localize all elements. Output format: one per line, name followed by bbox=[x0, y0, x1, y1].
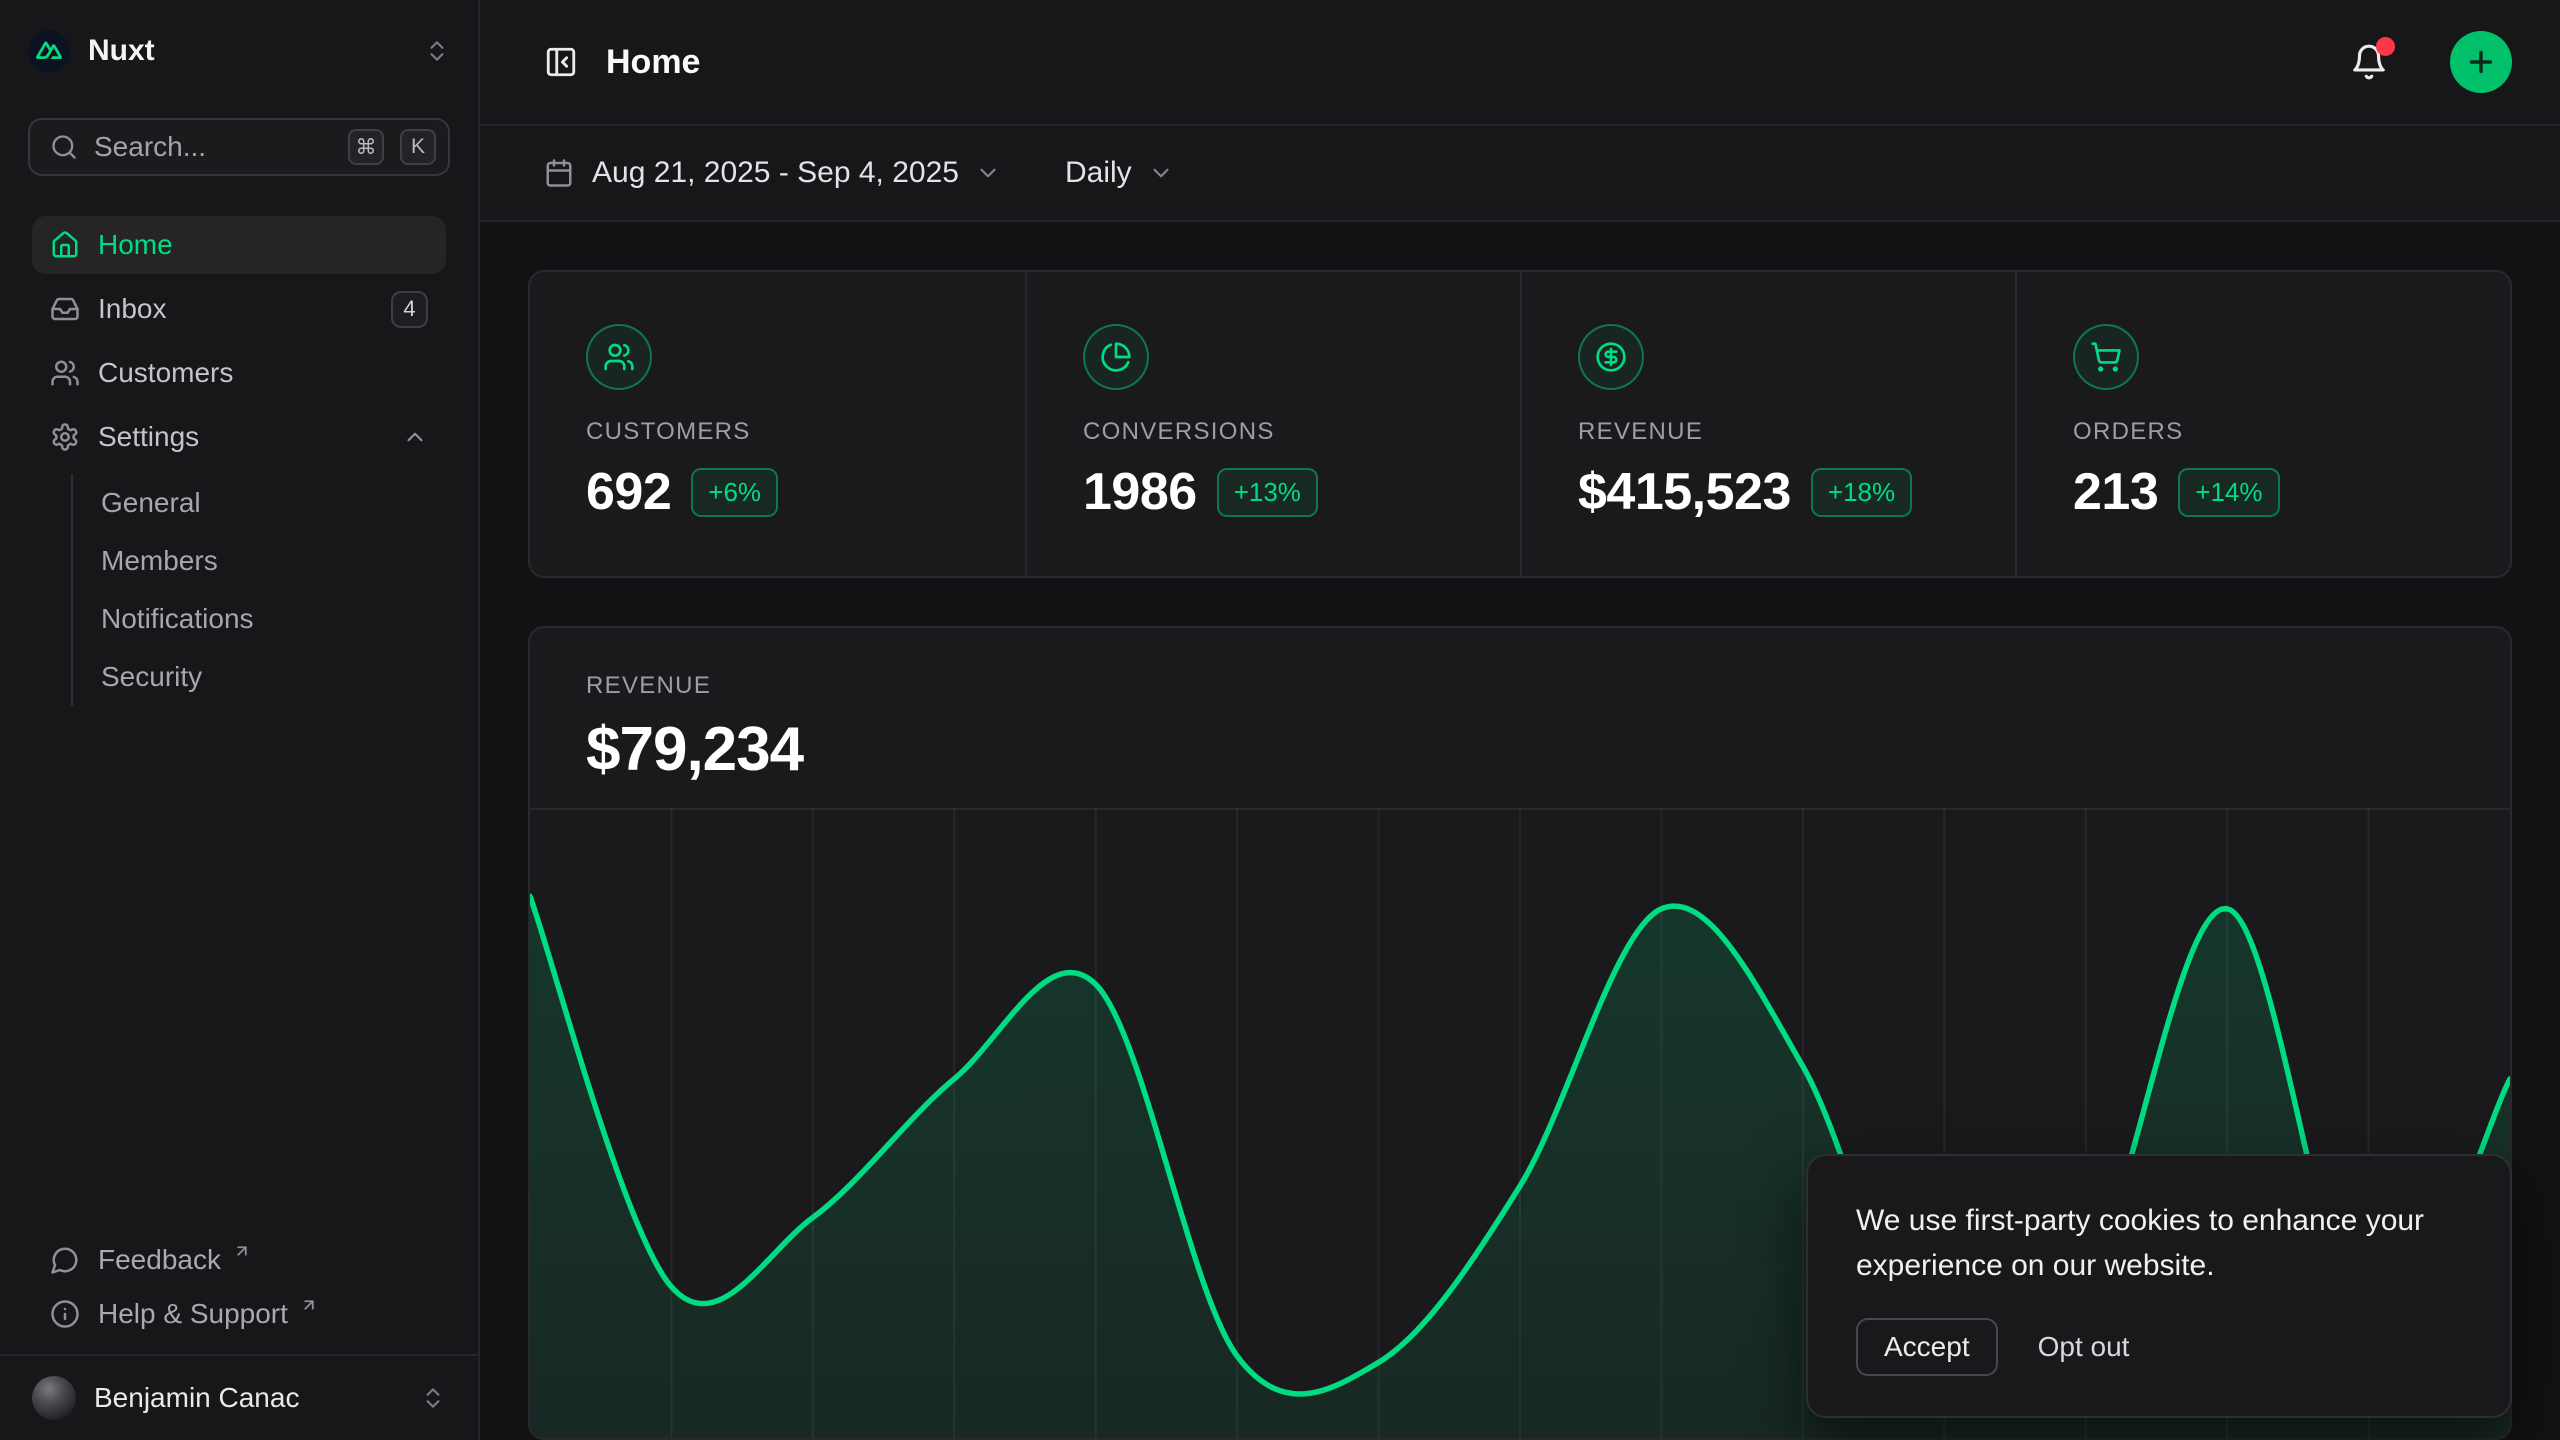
panel-left-close-icon bbox=[544, 45, 578, 79]
pie-chart-icon bbox=[1083, 324, 1149, 390]
sidebar-item-notifications[interactable]: Notifications bbox=[73, 590, 446, 648]
plus-icon bbox=[2465, 46, 2497, 78]
top-header: Home bbox=[480, 0, 2560, 126]
stat-value: 213 bbox=[2073, 462, 2158, 522]
collapse-sidebar-button[interactable] bbox=[544, 45, 578, 79]
revenue-chart-label: REVENUE bbox=[586, 672, 2510, 700]
info-icon bbox=[50, 1299, 80, 1329]
notification-dot bbox=[2376, 37, 2395, 56]
stat-delta-badge: +14% bbox=[2178, 468, 2279, 517]
nuxt-logo-icon bbox=[28, 30, 70, 72]
help-support-link[interactable]: Help & Support bbox=[32, 1288, 446, 1340]
sidebar-nav: Home Inbox 4 Customers Sett bbox=[32, 216, 446, 706]
search-field[interactable] bbox=[94, 131, 332, 163]
add-new-button[interactable] bbox=[2450, 31, 2512, 93]
sidebar-item-customers[interactable]: Customers bbox=[32, 344, 446, 402]
stat-card-customers[interactable]: CUSTOMERS 692 +6% bbox=[530, 272, 1025, 576]
chat-bubble-icon bbox=[50, 1245, 80, 1275]
stat-label: CONVERSIONS bbox=[1083, 418, 1520, 446]
dollar-circle-icon bbox=[1578, 324, 1644, 390]
date-range-label: Aug 21, 2025 - Sep 4, 2025 bbox=[592, 156, 959, 190]
stat-card-conversions[interactable]: CONVERSIONS 1986 +13% bbox=[1025, 272, 1520, 576]
inbox-icon bbox=[50, 294, 80, 324]
sidebar-item-security[interactable]: Security bbox=[73, 648, 446, 706]
external-link-icon bbox=[300, 1296, 318, 1314]
sidebar-item-settings[interactable]: Settings bbox=[32, 408, 446, 466]
feedback-label: Feedback bbox=[98, 1244, 221, 1276]
optout-cookies-button[interactable]: Opt out bbox=[2038, 1331, 2130, 1363]
shopping-cart-icon bbox=[2073, 324, 2139, 390]
sidebar-item-inbox[interactable]: Inbox 4 bbox=[32, 280, 446, 338]
gear-icon bbox=[50, 422, 80, 452]
accept-cookies-button[interactable]: Accept bbox=[1856, 1318, 1998, 1376]
home-icon bbox=[50, 230, 80, 260]
stat-delta-badge: +18% bbox=[1811, 468, 1912, 517]
filter-toolbar: Aug 21, 2025 - Sep 4, 2025 Daily bbox=[480, 126, 2560, 222]
user-menu[interactable]: Benjamin Canac bbox=[0, 1354, 478, 1440]
cookie-banner: We use first-party cookies to enhance yo… bbox=[1806, 1154, 2512, 1418]
search-icon bbox=[50, 133, 78, 161]
team-switcher[interactable]: Nuxt bbox=[0, 0, 478, 80]
sidebar-item-members[interactable]: Members bbox=[73, 532, 446, 590]
stat-card-revenue[interactable]: REVENUE $415,523 +18% bbox=[1520, 272, 2015, 576]
inbox-count-badge: 4 bbox=[391, 291, 428, 328]
sidebar-item-label: Home bbox=[98, 229, 173, 261]
kbd-meta-key: ⌘ bbox=[348, 129, 384, 165]
revenue-chart-value: $79,234 bbox=[586, 714, 2510, 785]
page-title: Home bbox=[606, 43, 2322, 82]
date-range-picker[interactable]: Aug 21, 2025 - Sep 4, 2025 bbox=[544, 156, 1001, 190]
stat-value: 692 bbox=[586, 462, 671, 522]
search-input[interactable]: ⌘ K bbox=[28, 118, 450, 176]
granularity-label: Daily bbox=[1065, 156, 1132, 190]
chevrons-up-down-icon bbox=[424, 38, 450, 64]
stat-card-orders[interactable]: ORDERS 213 +14% bbox=[2015, 272, 2510, 576]
stat-value: 1986 bbox=[1083, 462, 1197, 522]
sidebar-item-home[interactable]: Home bbox=[32, 216, 446, 274]
stat-delta-badge: +6% bbox=[691, 468, 778, 517]
users-icon bbox=[586, 324, 652, 390]
sidebar-item-label: Settings bbox=[98, 421, 199, 453]
sidebar: Nuxt ⌘ K Home Inb bbox=[0, 0, 480, 1440]
team-name: Nuxt bbox=[88, 34, 406, 68]
settings-subnav: General Members Notifications Security bbox=[71, 474, 446, 706]
app-root: Nuxt ⌘ K Home Inb bbox=[0, 0, 2560, 1440]
stat-label: ORDERS bbox=[2073, 418, 2510, 446]
stat-label: REVENUE bbox=[1578, 418, 2015, 446]
chevron-down-icon bbox=[975, 160, 1001, 186]
help-support-label: Help & Support bbox=[98, 1298, 288, 1330]
sidebar-footer: Feedback Help & Support bbox=[32, 1234, 446, 1340]
kbd-k-key: K bbox=[400, 129, 436, 165]
cookie-message: We use first-party cookies to enhance yo… bbox=[1856, 1198, 2462, 1288]
calendar-icon bbox=[544, 158, 574, 188]
external-link-icon bbox=[233, 1242, 251, 1260]
stat-delta-badge: +13% bbox=[1217, 468, 1318, 517]
sidebar-item-label: Inbox bbox=[98, 293, 167, 325]
granularity-select[interactable]: Daily bbox=[1065, 156, 1174, 190]
stat-label: CUSTOMERS bbox=[586, 418, 1025, 446]
sidebar-item-label: Customers bbox=[98, 357, 233, 389]
chevron-up-icon bbox=[402, 424, 428, 450]
stat-value: $415,523 bbox=[1578, 462, 1791, 522]
user-name: Benjamin Canac bbox=[94, 1382, 402, 1414]
users-icon bbox=[50, 358, 80, 388]
feedback-link[interactable]: Feedback bbox=[32, 1234, 446, 1286]
sidebar-item-general[interactable]: General bbox=[73, 474, 446, 532]
chevron-down-icon bbox=[1148, 160, 1174, 186]
avatar bbox=[32, 1376, 76, 1420]
chevrons-up-down-icon bbox=[420, 1385, 446, 1411]
stats-row: CUSTOMERS 692 +6% CONVERSIONS 1986 +13% bbox=[528, 270, 2512, 578]
